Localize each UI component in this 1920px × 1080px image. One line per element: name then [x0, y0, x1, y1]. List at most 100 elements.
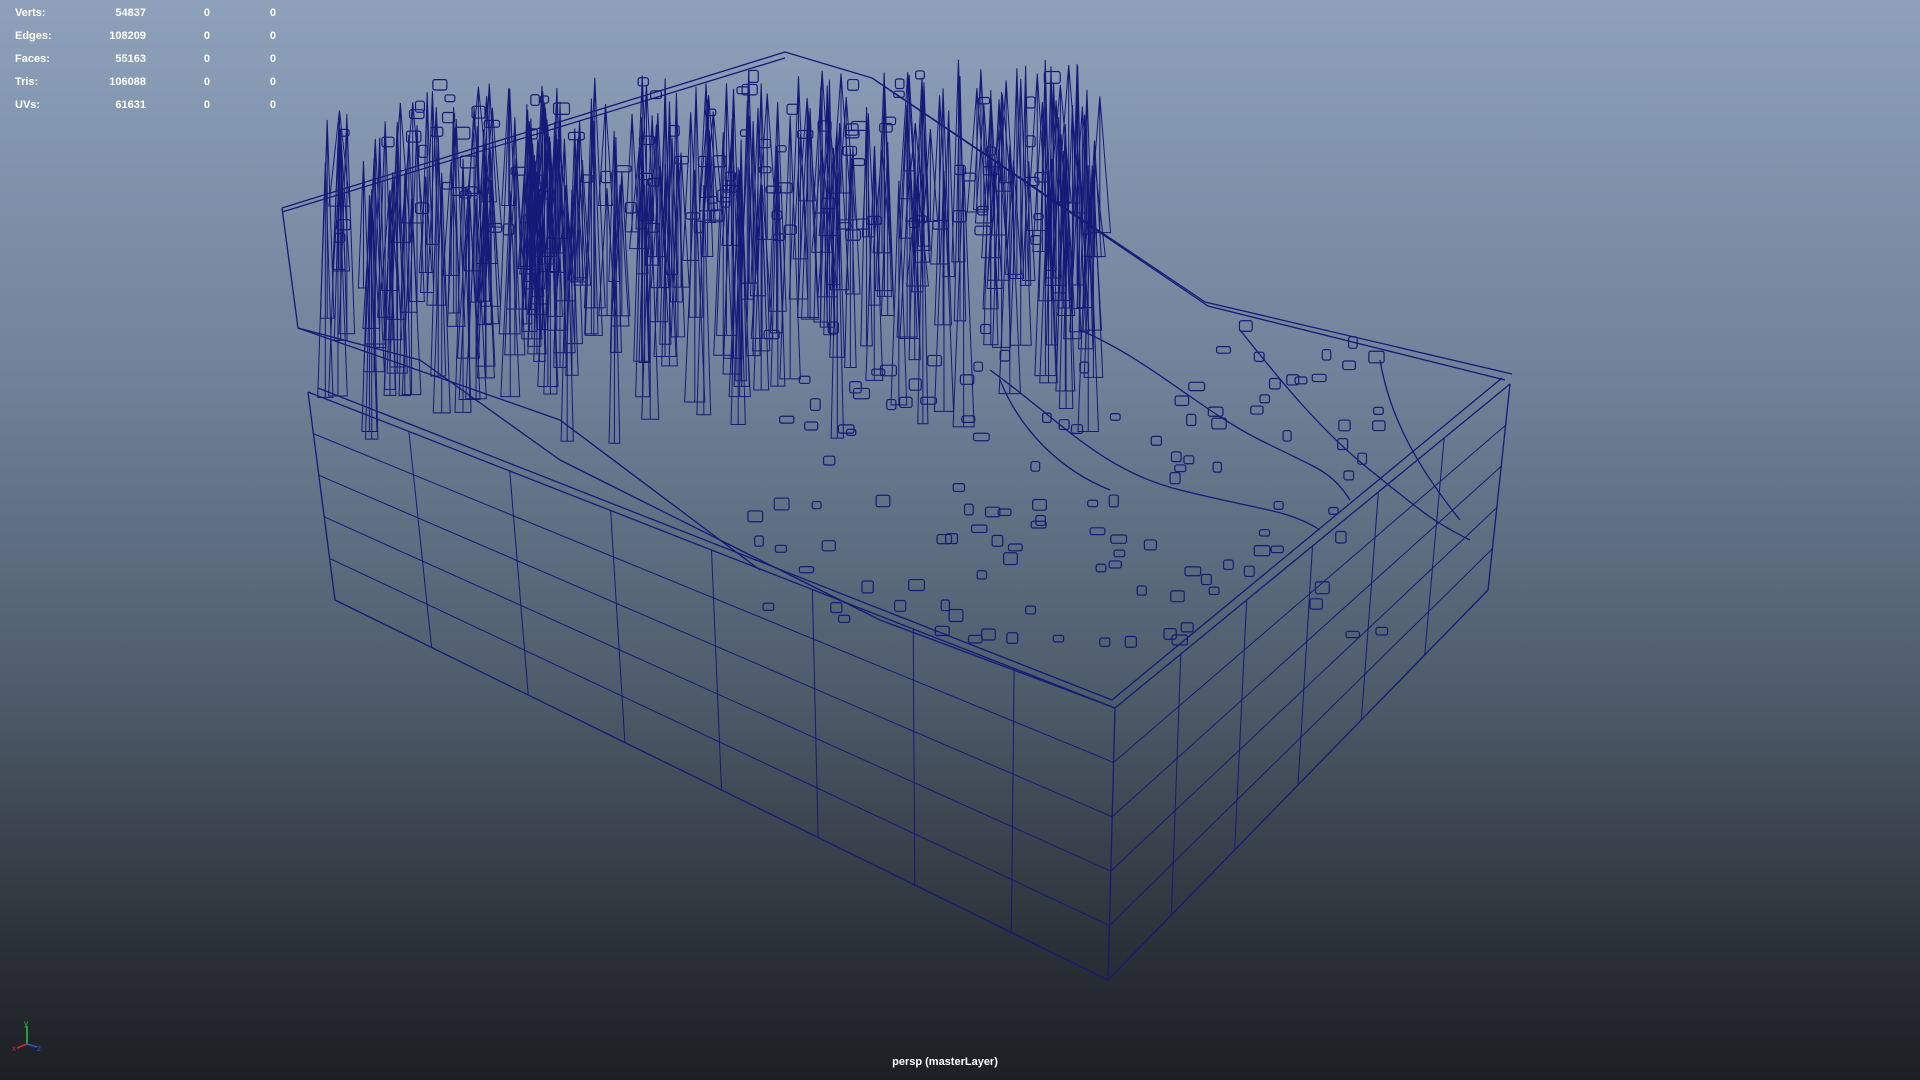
rock-wireframe [972, 432, 990, 442]
rock-wireframe [1003, 552, 1018, 566]
tree-wireframe [598, 103, 613, 207]
rock-wireframe [567, 131, 585, 141]
rock-wireframe [1174, 464, 1187, 473]
rock-wireframe [936, 533, 953, 545]
rock-wireframe [1311, 373, 1327, 383]
rock-wireframe [1273, 500, 1284, 510]
rock-wireframe [952, 483, 966, 493]
lower-box-outline [307, 383, 1511, 981]
rock-wireframe [1110, 534, 1128, 544]
grid-line [329, 557, 1110, 927]
tree-wireframe [952, 164, 975, 428]
rock-wireframe [850, 120, 868, 131]
rock-wireframe [1343, 470, 1355, 481]
rock-wireframe [1268, 377, 1281, 390]
grid-line [1010, 668, 1015, 933]
rock-wireframe [821, 540, 836, 552]
rock-wireframe [798, 565, 815, 574]
rock-wireframe [893, 599, 907, 612]
rock-wireframe [600, 170, 612, 184]
rock-wireframe [1372, 420, 1386, 432]
grid-line [912, 628, 916, 886]
rock-wireframe [927, 354, 943, 367]
rock-wireframe [973, 361, 984, 372]
x-axis-label: x [12, 1044, 16, 1053]
grid-line [318, 474, 1113, 818]
grid-line [1360, 491, 1379, 721]
grid-line [811, 589, 819, 838]
z-axis-label: z [37, 1044, 41, 1053]
rock-wireframe [978, 96, 991, 105]
rock-wireframe [1200, 573, 1212, 586]
rock-wireframe [1186, 413, 1197, 427]
rock-wireframe [1030, 460, 1041, 472]
grid-line [1109, 548, 1493, 926]
rock-wireframe [999, 349, 1011, 362]
rock-wireframe [381, 136, 395, 148]
grid-line [408, 431, 433, 648]
rock-wireframe [1270, 545, 1284, 554]
grid-line [1297, 545, 1313, 786]
rock-wireframe [1124, 635, 1137, 648]
grid-line [1110, 507, 1498, 872]
rock-wireframe [1035, 515, 1046, 526]
3d-viewport-wireframe[interactable] [0, 0, 1920, 1080]
rock-wireframe [444, 94, 456, 103]
rock-wireframe [976, 570, 988, 580]
rock-wireframe [1113, 549, 1126, 558]
rock-wireframe [1089, 527, 1106, 536]
rock-wireframe [823, 455, 836, 466]
grid-line [1111, 466, 1502, 818]
rock-wireframe [1368, 350, 1385, 364]
tree-wireframe [498, 88, 521, 335]
rock-wireframe [894, 78, 905, 90]
rock-wireframe [798, 375, 811, 385]
rock-wireframe [1108, 560, 1122, 569]
rock-wireframe [786, 103, 799, 115]
rock-wireframe [1328, 506, 1339, 515]
rock-wireframe [1357, 452, 1368, 465]
rock-wireframe [963, 503, 974, 516]
rock-wireframe [967, 634, 983, 644]
rock-wireframe [1184, 566, 1202, 577]
rock-wireframe [861, 580, 874, 594]
rock-wireframe [837, 614, 851, 624]
rock-wireframe [1109, 413, 1121, 421]
rock-wireframe [1169, 472, 1181, 485]
rock-wireframe [948, 608, 964, 623]
grid-line [610, 510, 626, 743]
rock-wireframe [849, 380, 862, 394]
rock-wireframe [1007, 543, 1023, 552]
rock-wireframe [1375, 626, 1389, 636]
lower-box-front-edge [1107, 707, 1116, 981]
rock-wireframe [908, 578, 925, 592]
rock-wireframe [915, 70, 925, 80]
rock-wireframe [1207, 406, 1224, 417]
rock-wireframe [1052, 634, 1065, 643]
trail-wireframe [989, 369, 1321, 531]
rock-wireframe [1212, 461, 1222, 473]
rock-wireframe [1253, 545, 1271, 557]
tree-wireframe [633, 116, 651, 362]
rock-wireframe [1337, 438, 1349, 451]
grid-line [711, 549, 722, 791]
rock-wireframe [432, 79, 448, 91]
rock-wireframe [1188, 381, 1206, 392]
rock-wireframe [830, 602, 843, 614]
y-axis-label: y [24, 1020, 28, 1028]
rock-wireframe [847, 78, 860, 91]
rock-wireframe [1095, 563, 1107, 573]
rock-wireframe [1170, 590, 1185, 603]
rock-wireframe [1250, 405, 1264, 415]
rock-wireframe [774, 544, 788, 553]
rock-wireframe [779, 415, 795, 424]
rock-wireframe [773, 497, 790, 511]
rock-wireframe [1150, 435, 1163, 446]
rock-wireframe [1309, 598, 1323, 610]
rock-wireframe [908, 378, 922, 391]
rock-wireframe [530, 94, 540, 106]
rock-wireframe [1321, 349, 1332, 361]
rock-wireframe [754, 535, 764, 547]
rock-wireframe [1373, 406, 1384, 416]
rock-wireframe [809, 398, 821, 411]
